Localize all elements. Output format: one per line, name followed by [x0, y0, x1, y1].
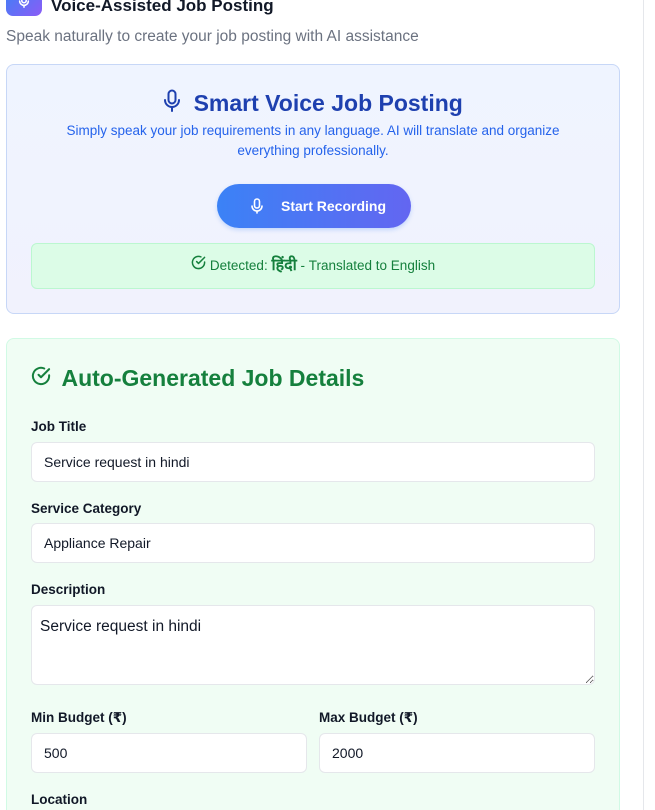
page-subtitle: Speak naturally to create your job posti… — [6, 28, 419, 45]
description-label: Description — [31, 582, 106, 597]
page-header: Voice-Assisted Job Posting — [6, 0, 626, 22]
location-label: Location — [31, 792, 88, 807]
max-budget-input[interactable] — [319, 733, 595, 773]
job-details-panel: Auto-Generated Job Details Job Title Ser… — [6, 338, 620, 810]
details-heading: Auto-Generated Job Details — [31, 365, 364, 393]
voice-heading: Smart Voice Job Posting — [7, 89, 619, 117]
service-category-label: Service Category — [31, 501, 142, 516]
app-logo-icon — [6, 0, 42, 16]
voice-title: Smart Voice Job Posting — [193, 90, 463, 116]
microphone-icon — [163, 89, 181, 118]
details-title: Auto-Generated Job Details — [61, 365, 365, 391]
scrollbar-track[interactable] — [643, 0, 655, 810]
page-title: Voice-Assisted Job Posting — [51, 0, 274, 15]
voice-panel: Smart Voice Job Posting Simply speak you… — [6, 64, 620, 314]
detected-suffix: - Translated to English — [300, 258, 436, 273]
start-recording-button[interactable]: Start Recording — [217, 184, 411, 228]
service-category-input[interactable] — [31, 523, 595, 563]
detected-language: हिंदी — [271, 257, 297, 274]
language-detected-banner: Detected: हिंदी - Translated to English — [31, 243, 595, 289]
detected-prefix: Detected: — [209, 258, 268, 273]
microphone-icon — [251, 198, 263, 217]
min-budget-label: Min Budget (₹) — [31, 710, 127, 725]
job-title-input[interactable] — [31, 442, 595, 482]
start-recording-label: Start Recording — [281, 198, 387, 214]
check-circle-icon — [31, 366, 51, 391]
check-circle-icon — [191, 244, 206, 288]
min-budget-input[interactable] — [31, 733, 307, 773]
job-title-label: Job Title — [31, 419, 87, 434]
max-budget-label: Max Budget (₹) — [319, 710, 418, 725]
description-textarea[interactable]: Service request in hindi — [31, 605, 595, 685]
voice-description: Simply speak your job requirements in an… — [66, 123, 560, 158]
